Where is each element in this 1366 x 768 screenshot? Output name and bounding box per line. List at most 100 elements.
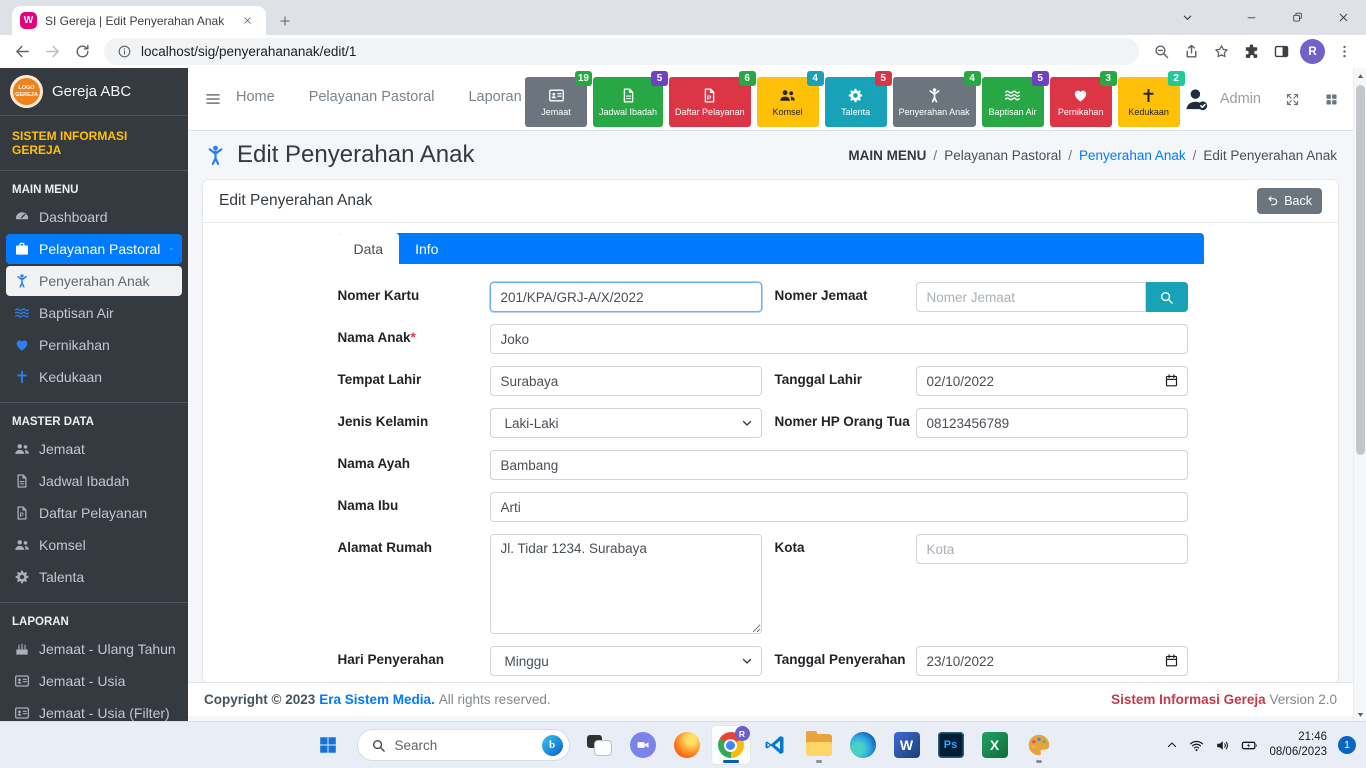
nama-ibu-input[interactable] [490,492,1188,522]
file-p-icon [701,87,718,104]
browser-profile-avatar[interactable]: R [1300,39,1325,64]
excel-button[interactable]: X [975,725,1015,765]
extensions-icon[interactable] [1237,38,1265,66]
back-icon[interactable] [8,38,36,66]
window-restore-button[interactable] [1274,0,1320,35]
wifi-icon[interactable] [1189,738,1204,753]
nama-ayah-input[interactable] [490,450,1188,480]
app-shortcut-penyerahan-anak[interactable]: Penyerahan Anak 4 [893,77,976,127]
app-shortcut-jadwal-ibadah[interactable]: Jadwal Ibadah 5 [593,77,663,127]
sidebar-item-pernikahan[interactable]: Pernikahan [6,330,182,360]
paint-button[interactable] [1019,725,1059,765]
tempat-lahir-input[interactable] [490,366,762,396]
battery-icon[interactable] [1241,737,1258,754]
grid-menu-icon[interactable] [1324,92,1339,107]
app-shortcut-komsel[interactable]: Komsel 4 [757,77,819,127]
photoshop-button[interactable]: Ps [931,725,971,765]
volume-icon[interactable] [1215,738,1230,753]
firefox-button[interactable] [667,725,707,765]
share-icon[interactable] [1177,38,1205,66]
jenis-kelamin-select[interactable]: Laki-Laki [490,408,762,438]
vscode-button[interactable] [755,725,795,765]
app-viewport: LOGO GEREJA Gereja ABC SISTEM INFORMASI … [0,68,1366,722]
nav-link-home[interactable]: Home [236,89,275,105]
app-shortcut-kedukaan[interactable]: Kedukaan 2 [1118,77,1180,127]
kota-input[interactable] [916,534,1188,564]
sidebar-item-jemaat-usia-filter[interactable]: Jemaat - Usia (Filter) [6,698,182,722]
file-explorer-button[interactable] [799,725,839,765]
breadcrumb-item-penyerahan-anak[interactable]: Penyerahan Anak [1079,148,1186,163]
app-shortcut-talenta[interactable]: Talenta 5 [825,77,887,127]
browser-tab-bar: W SI Gereja | Edit Penyerahan Anak [0,0,1366,35]
app-shortcut-daftar-pelayanan[interactable]: Daftar Pelayanan 6 [669,77,751,127]
logo-line-2: GEREJA [15,92,38,99]
sidebar-item-jadwal-ibadah[interactable]: Jadwal Ibadah [6,466,182,496]
page-scrollbar[interactable] [1353,68,1366,722]
sidebar-item-pelayanan-pastoral[interactable]: Pelayanan Pastoral [6,234,182,264]
app-shortcut-baptisan-air[interactable]: Baptisan Air 5 [982,77,1044,127]
word-button[interactable]: W [887,725,927,765]
window-minimize-button[interactable] [1228,0,1274,35]
app-shortcut-pernikahan[interactable]: Pernikahan 3 [1050,77,1112,127]
sidebar-item-penyerahan-anak[interactable]: Penyerahan Anak [6,266,182,296]
sidebar-item-kedukaan[interactable]: Kedukaan [6,362,182,392]
back-button[interactable]: Back [1257,188,1322,214]
search-jemaat-button[interactable] [1146,282,1188,312]
taskbar-search[interactable]: Search b [357,729,570,761]
window-close-button[interactable] [1320,0,1366,35]
new-tab-button[interactable] [274,10,296,32]
fullscreen-icon[interactable] [1285,92,1300,107]
sidebar-item-dashboard[interactable]: Dashboard [6,202,182,232]
zoom-indicator-icon[interactable] [1147,38,1175,66]
edge-button[interactable] [843,725,883,765]
site-info-icon[interactable] [117,44,132,59]
sidebar-item-komsel[interactable]: Komsel [6,530,182,560]
sidebar-section-items: Jemaat Jadwal Ibadah Daftar Pelayanan Ko… [0,434,188,592]
form-row: Nama Anak* [338,324,1204,354]
tanggal-penyerahan-input[interactable] [916,646,1188,676]
alamat-rumah-textarea[interactable]: Jl. Tidar 1234. Surabaya [490,534,762,634]
hamburger-icon[interactable] [204,90,222,108]
sidebar-item-jemaat[interactable]: Jemaat [6,434,182,464]
nomer-kartu-input[interactable] [490,282,762,312]
scroll-up-icon[interactable] [1354,69,1366,83]
sidebar-item-talenta[interactable]: Talenta [6,562,182,592]
tanggal-lahir-input[interactable] [916,366,1188,396]
nav-link-pelayanan-pastoral[interactable]: Pelayanan Pastoral [309,89,435,105]
bookmark-star-icon[interactable] [1207,38,1235,66]
tab-info[interactable]: Info [399,233,454,264]
taskbar-clock[interactable]: 21:46 08/06/2023 [1269,730,1327,760]
task-view-button[interactable] [579,725,619,765]
sidebar-item-daftar-pelayanan[interactable]: Daftar Pelayanan [6,498,182,528]
browser-menu-icon[interactable] [1330,38,1358,66]
chrome-button[interactable]: R [711,725,751,765]
forward-icon[interactable] [38,38,66,66]
url-bar[interactable]: localhost/sig/penyerahananak/edit/1 [104,38,1139,65]
logo-line-1: LOGO [18,85,34,92]
hari-penyerahan-select[interactable]: Minggu [490,646,762,676]
sidebar-item-baptisan-air[interactable]: Baptisan Air [6,298,182,328]
side-panel-icon[interactable] [1267,38,1295,66]
notification-badge[interactable]: 1 [1338,736,1356,754]
sidebar-item-jemaat-ulang-tahun[interactable]: Jemaat - Ulang Tahun [6,634,182,664]
sidebar-item-jemaat-usia[interactable]: Jemaat - Usia [6,666,182,696]
windows-start-button[interactable] [308,725,348,765]
nav-link-laporan[interactable]: Laporan [468,89,521,105]
scrollbar-thumb[interactable] [1356,85,1365,455]
tab-search-chevron-icon[interactable] [1164,0,1210,35]
user-avatar-icon[interactable] [1183,86,1210,113]
tray-chevron-up-icon[interactable] [1166,739,1178,751]
nomer-hp-input[interactable] [916,408,1188,438]
nomer-jemaat-input[interactable] [916,282,1146,312]
tab-data[interactable]: Data [338,233,400,264]
sidebar-brand[interactable]: LOGO GEREJA Gereja ABC [0,68,188,116]
browser-tab[interactable]: W SI Gereja | Edit Penyerahan Anak [12,6,266,35]
nama-anak-input[interactable] [490,324,1188,354]
teams-chat-button[interactable] [623,725,663,765]
app-shortcut-jemaat[interactable]: Jemaat 19 [525,77,587,127]
tab-close-icon[interactable] [236,10,258,32]
scroll-down-icon[interactable] [1354,707,1366,721]
company-link[interactable]: Era Sistem Media. [319,692,435,707]
user-name[interactable]: Admin [1220,91,1261,107]
refresh-icon[interactable] [68,38,96,66]
